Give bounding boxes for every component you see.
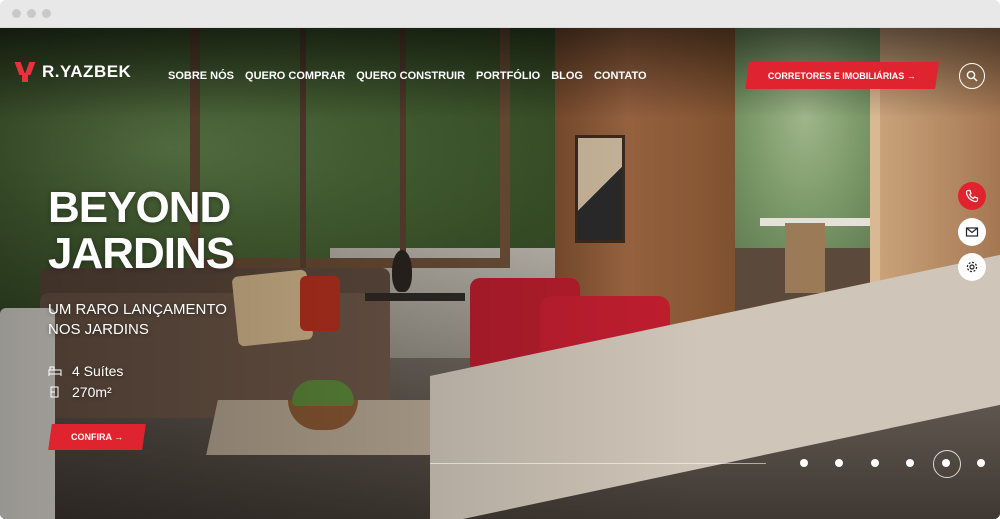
settings-button[interactable] (958, 253, 986, 281)
confira-button-label: CONFIRA → (70, 432, 124, 442)
main-nav: SOBRE NÓS QUERO COMPRAR QUERO CONSTRUIR … (168, 70, 647, 82)
search-button[interactable] (959, 63, 985, 89)
slider-dot-4[interactable] (893, 450, 929, 476)
logo-mark-icon (14, 62, 36, 82)
brokers-button[interactable]: CORRETORES E IMOBILIÁRIAS → (745, 62, 939, 89)
hero-subtitle-line-1: UM RARO LANÇAMENTO (48, 301, 227, 318)
window-dot (27, 9, 36, 18)
slider-dots (786, 450, 1000, 478)
nav-item-portfolio[interactable]: PORTFÓLIO (476, 70, 540, 82)
brokers-button-label: CORRETORES E IMOBILIÁRIAS → (768, 70, 916, 81)
brand-logo[interactable]: R.YAZBEK (14, 62, 131, 82)
slider-dot-2[interactable] (822, 450, 858, 476)
hero-title-line-1: BEYOND (48, 183, 231, 232)
confira-button[interactable]: CONFIRA → (48, 424, 146, 450)
feature-area-text: 270m² (72, 384, 112, 400)
search-icon (966, 70, 978, 82)
floorplan-icon (50, 386, 59, 398)
slider-dot-3[interactable] (857, 450, 893, 476)
logo-text: R.YAZBEK (42, 62, 132, 81)
nav-item-quero-comprar[interactable]: QUERO COMPRAR (245, 70, 345, 82)
slide-progress-bar (430, 463, 766, 464)
window-dot (12, 9, 21, 18)
feature-suites-text: 4 Suítes (72, 363, 124, 379)
feature-area: 270m² (48, 384, 112, 400)
mail-icon (965, 227, 979, 237)
window-dot (42, 9, 51, 18)
gear-icon (966, 261, 978, 273)
feature-suites: 4 Suítes (48, 363, 123, 379)
nav-item-quero-construir[interactable]: QUERO CONSTRUIR (356, 70, 465, 82)
phone-button[interactable] (958, 182, 986, 210)
hero-subtitle: UM RARO LANÇAMENTO NOS JARDINS (48, 300, 227, 340)
nav-item-blog[interactable]: BLOG (551, 70, 583, 82)
slider-dot-1[interactable] (786, 450, 822, 476)
hero-slider: R.YAZBEK SOBRE NÓS QUERO COMPRAR QUERO C… (0, 28, 1000, 519)
nav-item-sobre-nos[interactable]: SOBRE NÓS (168, 70, 234, 82)
slider-dot-6[interactable] (964, 450, 1000, 476)
hero-title-line-2: JARDINS (48, 229, 235, 278)
bed-icon (48, 366, 62, 376)
nav-item-contato[interactable]: CONTATO (594, 70, 647, 82)
hero-subtitle-line-2: NOS JARDINS (48, 321, 149, 338)
browser-window: R.YAZBEK SOBRE NÓS QUERO COMPRAR QUERO C… (0, 0, 1000, 519)
browser-chrome (0, 0, 1000, 28)
email-button[interactable] (958, 218, 986, 246)
slider-dot-5-active[interactable] (928, 450, 964, 478)
hero-title: BEYOND JARDINS (48, 183, 235, 278)
phone-icon (965, 189, 979, 203)
